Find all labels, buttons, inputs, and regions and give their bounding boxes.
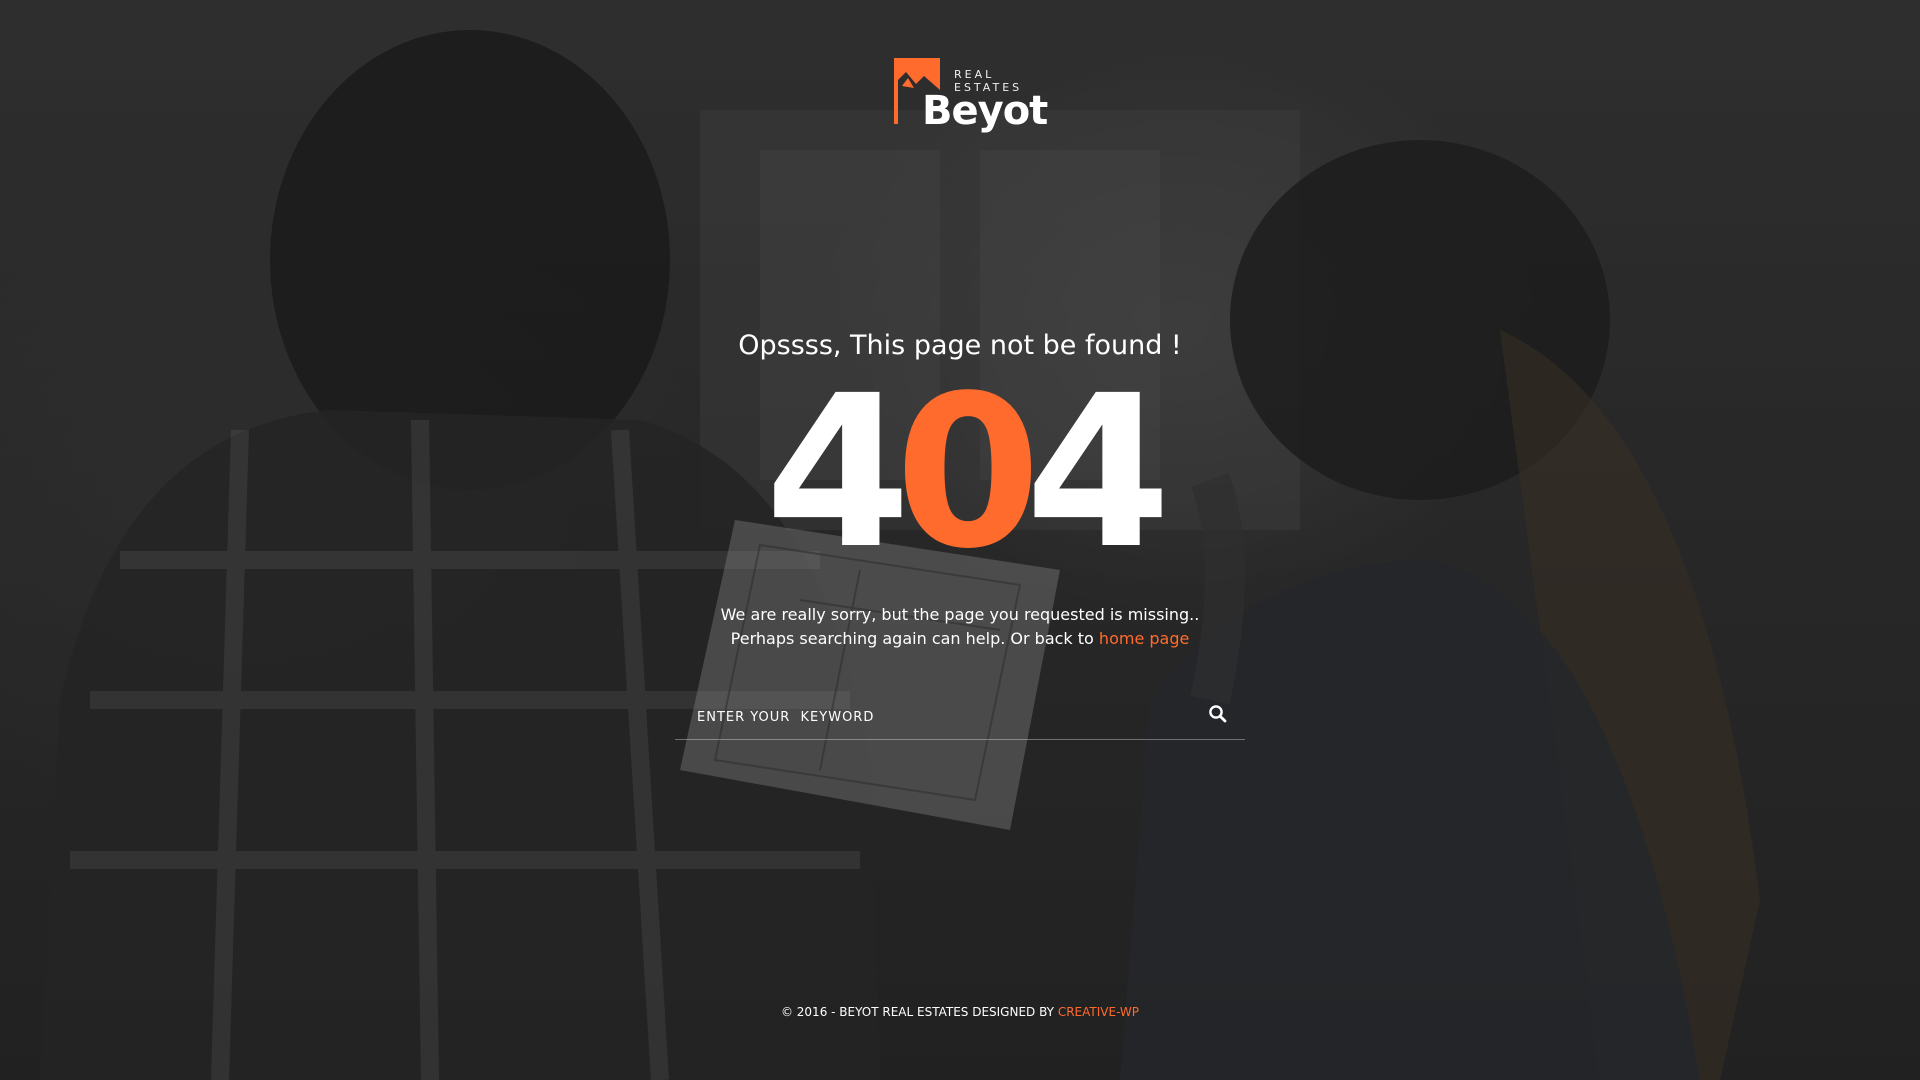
error-message-line2: Perhaps searching again can help. Or bac… xyxy=(0,627,1920,651)
search-input[interactable] xyxy=(695,702,1179,732)
logo-name: Beyot xyxy=(922,88,1048,134)
error-message: We are really sorry, but the page you re… xyxy=(0,603,1920,651)
error-page: REAL ESTATES Beyot Opssss, This page not… xyxy=(0,0,1920,1080)
search-button[interactable] xyxy=(1205,702,1231,728)
error-code-digit-last: 4 xyxy=(1025,350,1171,595)
error-code-digit-middle: 0 xyxy=(894,350,1041,595)
search-icon xyxy=(1209,704,1227,722)
designer-link[interactable]: CREATIVE-WP xyxy=(1058,1005,1139,1019)
footer-copyright-text: © 2016 - BEYOT REAL ESTATES DESIGNED BY xyxy=(780,1005,1058,1019)
error-message-line2-text: Perhaps searching again can help. Or bac… xyxy=(730,629,1099,648)
content: REAL ESTATES Beyot Opssss, This page not… xyxy=(0,0,1920,1080)
error-code-digit-first: 4 xyxy=(764,350,911,595)
site-logo[interactable]: REAL ESTATES Beyot xyxy=(894,58,1048,134)
search-form xyxy=(675,690,1245,740)
error-code: 404 xyxy=(0,368,1920,578)
home-page-link[interactable]: home page xyxy=(1099,629,1189,648)
error-message-line1: We are really sorry, but the page you re… xyxy=(720,605,1200,624)
footer-copyright: © 2016 - BEYOT REAL ESTATES DESIGNED BY … xyxy=(0,1005,1920,1019)
